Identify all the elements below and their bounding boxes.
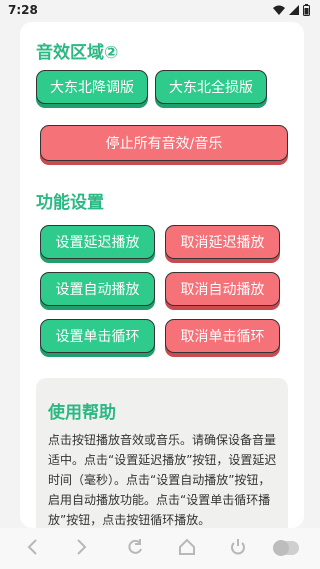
browser-navbar: [0, 528, 320, 569]
home-icon[interactable]: [178, 538, 196, 561]
toggle-icon[interactable]: [273, 540, 299, 556]
main-card: 音效区域② 大东北降调版 大东北全损版 停止所有音效/音乐 功能设置 设置延迟播…: [20, 22, 304, 528]
wifi-icon: [273, 5, 285, 15]
forward-icon[interactable]: [76, 538, 88, 561]
help-panel: 使用帮助 点击按钮播放音效或音乐。请确保设备音量适中。点击“设置延迟播放”按钮，…: [36, 378, 288, 528]
status-icons: [273, 4, 310, 16]
refresh-icon[interactable]: [126, 538, 144, 561]
help-title: 使用帮助: [48, 403, 116, 423]
cancel-loop-button[interactable]: 取消单击循环: [165, 319, 280, 353]
features-section-title: 功能设置: [36, 193, 104, 213]
play-button-1[interactable]: 大东北降调版: [36, 70, 148, 104]
set-loop-button[interactable]: 设置单击循环: [40, 319, 155, 353]
help-text: 点击按钮播放音效或音乐。请确保设备音量适中。点击“设置延迟播放”按钮，设置延迟时…: [48, 433, 277, 527]
cancel-delay-button[interactable]: 取消延迟播放: [165, 225, 280, 259]
signal-icon: [289, 5, 299, 15]
back-icon[interactable]: [26, 538, 38, 561]
battery-icon: [303, 4, 310, 16]
status-time: 7:28: [8, 3, 38, 17]
cancel-autoplay-button[interactable]: 取消自动播放: [165, 272, 280, 306]
power-icon[interactable]: [229, 538, 247, 561]
toggle-knob: [273, 540, 289, 556]
sound-section-title: 音效区域②: [36, 43, 119, 63]
play-button-2[interactable]: 大东北全损版: [155, 70, 267, 104]
set-delay-button[interactable]: 设置延迟播放: [40, 225, 155, 259]
set-autoplay-button[interactable]: 设置自动播放: [40, 272, 155, 306]
stop-all-button[interactable]: 停止所有音效/音乐: [40, 125, 288, 161]
status-bar: 7:28: [0, 0, 320, 22]
